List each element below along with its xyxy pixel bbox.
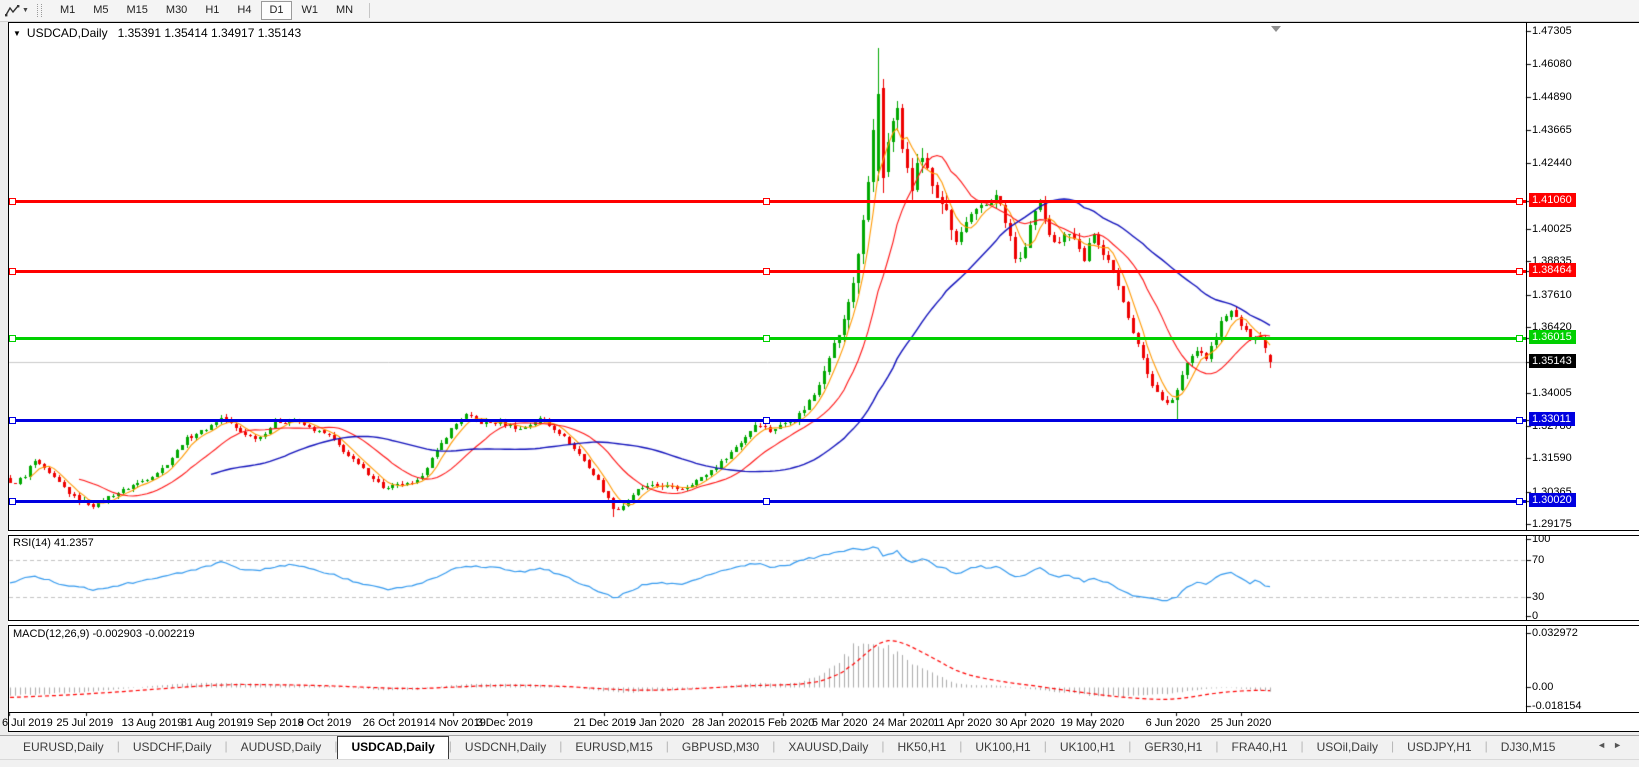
- chart-tab-bar: EURUSD,Daily|USDCHF,Daily|AUDUSD,Daily|U…: [0, 735, 1639, 759]
- price-tick-label: 1.30365: [1532, 486, 1572, 498]
- price-tick-label: 1.37610: [1532, 289, 1572, 301]
- line-handle[interactable]: [763, 335, 770, 342]
- tab-scroll-arrows: ◄►: [1597, 740, 1629, 750]
- time-axis-separator: [8, 712, 1639, 713]
- main-chart-canvas[interactable]: [0, 0, 1639, 766]
- line-handle[interactable]: [9, 335, 16, 342]
- macd-tick-label: 0.00: [1532, 681, 1553, 693]
- macd-tick-label: -0.018154: [1532, 700, 1582, 712]
- line-handle[interactable]: [763, 268, 770, 275]
- price-axis-separator: [1526, 22, 1527, 712]
- date-tick-label: 5 Mar 2020: [812, 717, 868, 729]
- date-tick-label: 28 Jan 2020: [692, 717, 753, 729]
- chart-tab-ger30-h1[interactable]: GER30,H1: [1131, 736, 1215, 759]
- rsi-tick-label: 70: [1532, 554, 1544, 566]
- line-handle[interactable]: [9, 268, 16, 275]
- chart-tab-gbpusd-m30[interactable]: GBPUSD,M30: [669, 736, 772, 759]
- tab-scroll-left-icon[interactable]: ◄: [1597, 740, 1613, 750]
- chart-tab-audusd-daily[interactable]: AUDUSD,Daily: [228, 736, 335, 759]
- date-tick-label: 3 Dec 2019: [477, 717, 533, 729]
- date-tick-label: 8 Oct 2019: [298, 717, 352, 729]
- date-tick-label: 30 Apr 2020: [995, 717, 1054, 729]
- line-handle[interactable]: [1516, 268, 1523, 275]
- price-tick-label: 1.32780: [1532, 420, 1572, 432]
- line-handle[interactable]: [1516, 335, 1523, 342]
- macd-panel-label: MACD(12,26,9) -0.002903 -0.002219: [13, 628, 195, 640]
- price-tick-label: 1.31590: [1532, 452, 1572, 464]
- price-tick-label: 1.42440: [1532, 157, 1572, 169]
- date-tick-label: 6 Jun 2020: [1146, 717, 1200, 729]
- date-tick-label: 13 Aug 2019: [122, 717, 184, 729]
- chart-tab-usdjpy-h1[interactable]: USDJPY,H1: [1394, 736, 1484, 759]
- chart-title: ▼ USDCAD,Daily 1.35391 1.35414 1.34917 1…: [13, 26, 301, 40]
- chart-tab-usdchf-daily[interactable]: USDCHF,Daily: [120, 736, 225, 759]
- chart-tab-hk50-h1[interactable]: HK50,H1: [885, 736, 960, 759]
- rsi-panel-label: RSI(14) 41.2357: [13, 537, 94, 549]
- line-handle[interactable]: [763, 417, 770, 424]
- line-handle[interactable]: [1516, 417, 1523, 424]
- tab-scroll-right-icon[interactable]: ►: [1613, 740, 1629, 750]
- rsi-tick-label: 30: [1532, 591, 1544, 603]
- price-tick-label: 1.38835: [1532, 255, 1572, 267]
- date-tick-label: 31 Aug 2019: [181, 717, 243, 729]
- chart-tab-uk100-h1[interactable]: UK100,H1: [962, 736, 1043, 759]
- date-tick-label: 19 Sep 2019: [241, 717, 303, 729]
- date-tick-label: 25 Jul 2019: [56, 717, 113, 729]
- main-rsi-splitter[interactable]: [8, 530, 1639, 536]
- line-handle[interactable]: [1516, 198, 1523, 205]
- chart-tab-eurusd-daily[interactable]: EURUSD,Daily: [10, 736, 117, 759]
- line-handle[interactable]: [1516, 498, 1523, 505]
- date-tick-label: 24 Mar 2020: [873, 717, 935, 729]
- line-handle[interactable]: [9, 498, 16, 505]
- chart-tab-usoil-daily[interactable]: USOil,Daily: [1304, 736, 1391, 759]
- line-handle[interactable]: [763, 498, 770, 505]
- price-tick-label: 1.36420: [1532, 321, 1572, 333]
- price-tick-label: 1.43665: [1532, 124, 1572, 136]
- chart-frame-top: [8, 22, 1639, 23]
- date-tick-label: 26 Oct 2019: [363, 717, 423, 729]
- chart-frame-bottom: [8, 731, 1639, 732]
- price-tick-label: 1.47305: [1532, 25, 1572, 37]
- price-axis[interactable]: 1.47305 1.46080 1.44890 1.43665 1.42440 1.400…: [1527, 22, 1639, 712]
- price-tick-label: 1.46080: [1532, 58, 1572, 70]
- price-tick-label: 1.29175: [1532, 518, 1572, 530]
- line-handle[interactable]: [763, 198, 770, 205]
- chart-tab-dj30-m15[interactable]: DJ30,M15: [1488, 736, 1569, 759]
- chart-tab-eurusd-m15[interactable]: EURUSD,M15: [562, 736, 665, 759]
- price-tick-label: 1.44890: [1532, 91, 1572, 103]
- date-tick-label: 25 Jun 2020: [1211, 717, 1272, 729]
- chart-tab-usdcad-daily[interactable]: USDCAD,Daily: [337, 736, 448, 759]
- date-tick-label: 11 Apr 2020: [933, 717, 992, 729]
- chart-shift-marker-icon[interactable]: [1271, 26, 1281, 32]
- price-tick-label: 1.34005: [1532, 387, 1572, 399]
- chart-symbol-label: USDCAD,Daily: [27, 26, 108, 40]
- chart-tab-fra40-h1[interactable]: FRA40,H1: [1218, 736, 1300, 759]
- date-tick-label: 9 Jan 2020: [630, 717, 684, 729]
- chart-tab-usdcnh-daily[interactable]: USDCNH,Daily: [452, 736, 559, 759]
- date-tick-label: 6 Jul 2019: [2, 717, 53, 729]
- line-handle[interactable]: [9, 198, 16, 205]
- symbol-dropdown-icon[interactable]: ▼: [13, 29, 21, 38]
- chart-tab-uk100-h1[interactable]: UK100,H1: [1047, 736, 1128, 759]
- line-handle[interactable]: [9, 417, 16, 424]
- rsi-macd-splitter[interactable]: [8, 620, 1639, 626]
- date-tick-label: 21 Dec 2019: [574, 717, 636, 729]
- macd-tick-label: 0.032972: [1532, 627, 1578, 639]
- time-axis[interactable]: 6 Jul 201925 Jul 201913 Aug 201931 Aug 2…: [8, 713, 1526, 731]
- price-tick-label: 1.40025: [1532, 223, 1572, 235]
- chart-ohlc-values: 1.35391 1.35414 1.34917 1.35143: [118, 26, 302, 40]
- chart-tab-xauusd-daily[interactable]: XAUUSD,Daily: [775, 736, 881, 759]
- date-tick-label: 15 Feb 2020: [753, 717, 815, 729]
- date-tick-label: 19 May 2020: [1061, 717, 1125, 729]
